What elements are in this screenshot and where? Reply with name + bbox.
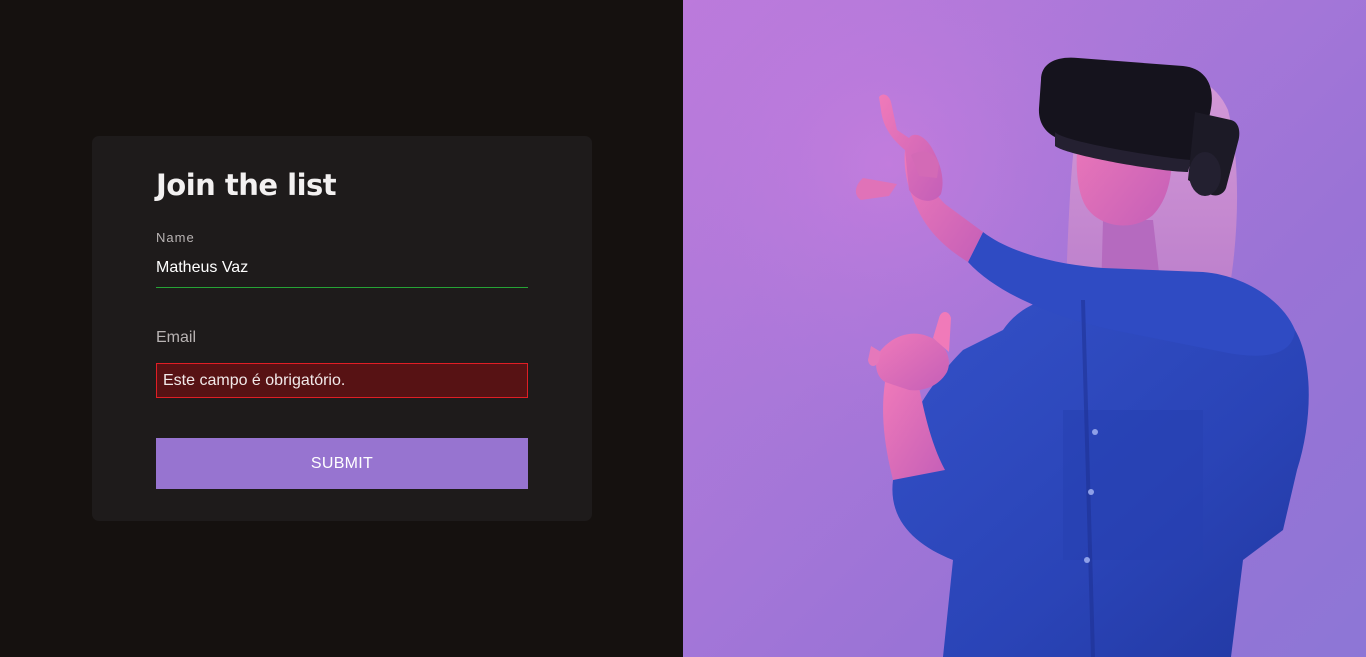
email-input[interactable] xyxy=(156,363,528,398)
submit-button[interactable]: SUBMIT xyxy=(156,438,528,489)
page: Join the list Name Email SUBMIT xyxy=(0,0,1366,657)
signup-card: Join the list Name Email SUBMIT xyxy=(92,136,592,521)
jacket-pocket xyxy=(1063,410,1203,560)
form-title: Join the list xyxy=(156,168,337,202)
email-label: Email xyxy=(156,329,197,346)
hero-image xyxy=(683,0,1366,657)
form-panel: Join the list Name Email SUBMIT xyxy=(0,0,683,657)
name-input[interactable] xyxy=(156,248,528,288)
jacket-button xyxy=(1092,429,1098,435)
jacket-button xyxy=(1084,557,1090,563)
name-label: Name xyxy=(156,230,195,245)
vr-user-illustration xyxy=(683,0,1366,657)
jacket-button xyxy=(1088,489,1094,495)
